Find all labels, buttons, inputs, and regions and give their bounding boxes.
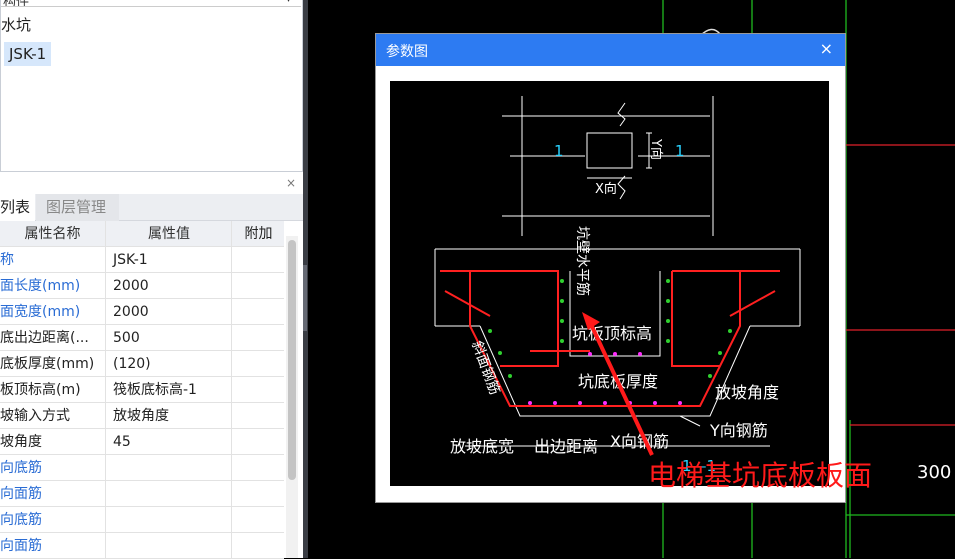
annotation-text: 电梯基坑底板板面	[648, 459, 873, 492]
cad-dimension-number: 300	[917, 462, 952, 483]
